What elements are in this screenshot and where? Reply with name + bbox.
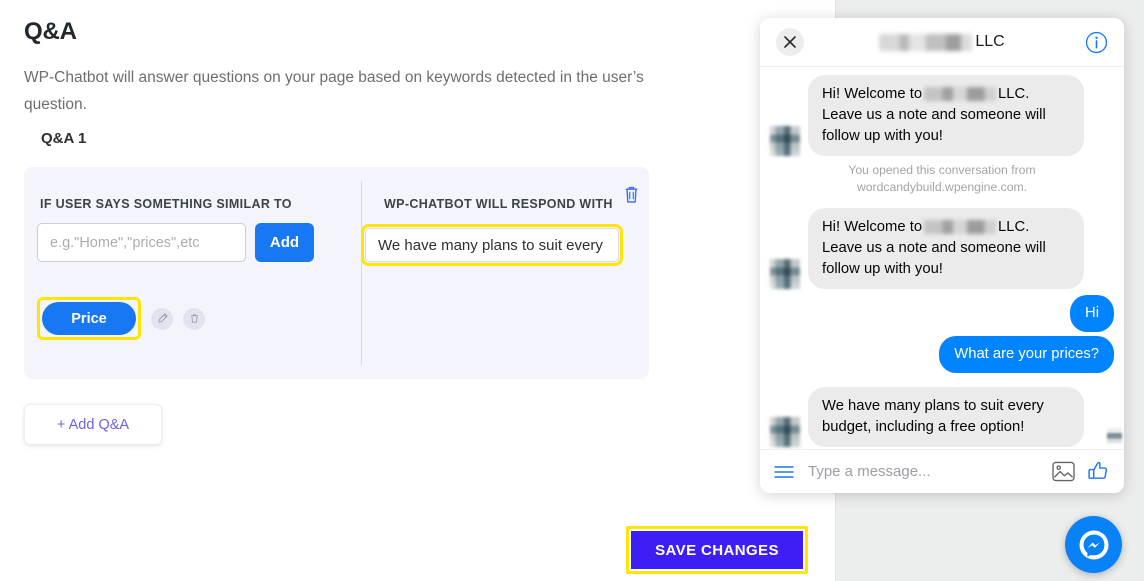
hamburger-icon[interactable] xyxy=(774,465,794,479)
page-title: Q&A xyxy=(24,18,77,45)
image-icon[interactable] xyxy=(1052,461,1075,482)
message-input[interactable] xyxy=(808,463,1040,480)
avatar xyxy=(770,417,800,447)
chat-composer xyxy=(760,449,1124,493)
thumbs-up-icon[interactable] xyxy=(1087,460,1110,483)
chat-title: LLC xyxy=(760,33,1124,51)
chat-title-suffix: LLC xyxy=(975,33,1005,50)
response-input[interactable] xyxy=(365,228,619,262)
blurred-company-name xyxy=(879,33,973,51)
message-text-before: Hi! Welcome to xyxy=(822,86,923,102)
chat-message-list[interactable]: Hi! Welcome to LLC. Leave us a note and s… xyxy=(760,67,1124,449)
chat-message-them: Hi! Welcome to LLC. Leave us a note and s… xyxy=(770,75,1114,156)
messenger-fab[interactable] xyxy=(1065,516,1122,573)
messenger-icon xyxy=(1079,530,1108,559)
conversation-source-note: You opened this conversation from wordca… xyxy=(848,163,1036,194)
pencil-icon[interactable] xyxy=(151,307,173,330)
chat-message-me: Hi xyxy=(770,295,1114,332)
message-text-before: Hi! Welcome to xyxy=(822,219,923,235)
save-highlight: SAVE CHANGES xyxy=(626,526,808,574)
qa-settings-pane: Q&A WP-Chatbot will answer questions on … xyxy=(0,0,835,581)
blurred-company-name xyxy=(924,220,997,235)
keyword-tag-price[interactable]: Price xyxy=(42,302,136,335)
avatar xyxy=(1107,428,1122,443)
message-bubble: Hi! Welcome to LLC. Leave us a note and s… xyxy=(808,208,1084,289)
message-bubble: Hi! Welcome to LLC. Leave us a note and s… xyxy=(808,75,1084,156)
column-divider xyxy=(361,181,362,365)
keyword-tag-row: Price xyxy=(37,297,205,340)
qa-group-label: Q&A 1 xyxy=(41,130,87,147)
chat-message-them: Hi! Welcome to LLC. Leave us a note and s… xyxy=(770,208,1114,289)
keyword-tag-highlight: Price xyxy=(37,297,141,340)
add-qa-button[interactable]: + Add Q&A xyxy=(24,404,162,445)
keyword-input[interactable] xyxy=(37,223,246,262)
app-root: Q&A WP-Chatbot will answer questions on … xyxy=(0,0,1144,581)
add-keyword-button[interactable]: Add xyxy=(255,223,314,262)
chat-message-them: We have many plans to suit every budget,… xyxy=(770,387,1114,447)
delete-qa-group-icon[interactable] xyxy=(623,185,640,209)
response-highlight xyxy=(361,224,623,266)
avatar xyxy=(770,259,800,289)
save-changes-button[interactable]: SAVE CHANGES xyxy=(631,531,803,569)
chat-message-me: What are your prices? xyxy=(770,336,1114,373)
if-user-says-heading: IF USER SAYS SOMETHING SIMILAR TO xyxy=(40,197,292,211)
will-respond-heading: WP-CHATBOT WILL RESPOND WITH xyxy=(384,197,613,211)
message-bubble: We have many plans to suit every budget,… xyxy=(808,387,1084,447)
message-bubble: What are your prices? xyxy=(939,336,1114,373)
info-icon[interactable] xyxy=(1085,31,1108,59)
messenger-chat-widget: LLC Hi! Welcome to LLC. Leave us a note a… xyxy=(760,18,1124,493)
chat-header: LLC xyxy=(760,18,1124,67)
avatar xyxy=(770,126,800,156)
blurred-company-name xyxy=(924,87,997,102)
qa-card: IF USER SAYS SOMETHING SIMILAR TO Add Pr… xyxy=(24,167,649,379)
trash-icon[interactable] xyxy=(183,307,205,330)
page-description: WP-Chatbot will answer questions on your… xyxy=(24,69,644,113)
message-bubble: Hi xyxy=(1070,295,1114,332)
